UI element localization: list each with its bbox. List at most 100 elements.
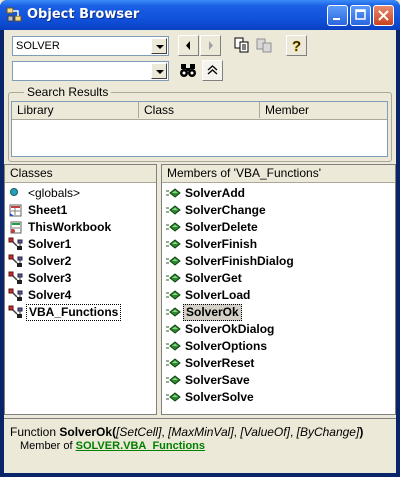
member-item-label: SolverLoad [185,288,251,302]
binoculars-icon [180,64,196,77]
method-icon [165,322,181,337]
class-item-label: Solver3 [28,271,72,285]
details-pane: Function SolverOk([SetCell], [MaxMinVal]… [4,418,396,473]
search-results-label: Search Results [24,85,112,99]
module-icon [8,237,24,252]
member-item-label: SolverSave [185,373,250,387]
signature-function-name: SolverOk [59,425,113,439]
class-item-label: Solver2 [28,254,72,268]
member-of-label: Member of [20,440,76,452]
method-icon [165,271,181,286]
minimize-icon [333,18,340,20]
column-header-library[interactable]: Library [12,102,139,118]
window-title: Object Browser [27,7,140,22]
members-header: Members of 'VBA_Functions' [162,165,395,183]
member-item-label: SolverOk [183,304,242,321]
help-button[interactable]: ? [286,35,307,56]
hide-search-results-button[interactable] [202,60,223,81]
method-icon [165,305,181,320]
close-button[interactable] [373,5,394,26]
project-library-dropdown-button[interactable] [151,38,167,54]
method-icon [165,288,181,303]
globals-icon [8,186,24,201]
class-item-label: Sheet1 [28,203,68,217]
method-icon [165,254,181,269]
class-item-label: Solver1 [28,237,72,251]
sheet-icon [8,203,24,218]
go-back-button[interactable] [178,35,199,56]
member-item-label: SolverReset [185,356,255,370]
member-item-label: SolverFinish [185,237,258,251]
method-icon [165,373,181,388]
module-icon [8,271,24,286]
column-header-member[interactable]: Member [260,102,387,118]
member-item-label: SolverOkDialog [185,322,275,336]
workbook-icon [8,220,24,235]
chevron-down-icon [156,45,164,49]
maximize-button[interactable] [350,5,371,26]
members-pane[interactable]: Members of 'VBA_Functions' SolverAdd Solv… [161,164,396,415]
method-icon [165,237,181,252]
member-item-label: SolverChange [185,203,266,217]
signature-prefix: Function [10,425,60,439]
object-browser-window: Object Browser SOLVER ? Search Results L… [0,0,400,477]
signature-argument: [ValueOf] [240,425,290,439]
search-results-header: Library Class Member [12,102,387,120]
view-definition-icon [256,38,272,53]
signature-argument: [ByChange] [296,425,360,439]
member-item-label: SolverGet [185,271,242,285]
column-header-class[interactable]: Class [139,102,260,118]
collapse-chevron-up-icon [207,65,218,75]
member-item-label: SolverSolve [185,390,254,404]
method-icon [165,203,181,218]
module-icon [8,305,24,320]
signature-separator: , [289,425,297,439]
signature-argument: [MaxMinVal] [168,425,234,439]
module-icon [8,288,24,303]
copy-icon [234,37,249,53]
library-link[interactable]: SOLVER [76,440,120,452]
method-icon [165,220,181,235]
view-definition-button[interactable] [254,35,275,56]
module-icon [8,254,24,269]
class-item-label: Solver4 [28,288,72,302]
method-icon [165,356,181,371]
search-button[interactable] [178,60,199,81]
module-link[interactable]: VBA_Functions [123,440,205,452]
member-item-label: SolverAdd [185,186,246,200]
svg-text:?: ? [292,38,301,55]
method-icon [165,339,181,354]
class-item-label: <globals> [28,186,81,200]
signature-argument: [SetCell] [116,425,162,439]
arrow-right-icon [209,41,213,50]
project-library-combo[interactable]: SOLVER [12,36,169,56]
signature-arguments: [SetCell], [MaxMinVal], [ValueOf], [ByCh… [116,425,359,439]
classes-header: Classes [5,165,156,183]
member-item-label: SolverFinishDialog [185,254,294,268]
classes-pane[interactable]: Classes <globals> Sheet1 ThisWorkbook Solve… [4,164,157,415]
window-client-area: SOLVER ? Search Results Library Class Me… [4,30,396,473]
search-results-list[interactable]: Library Class Member [11,101,388,157]
go-forward-button[interactable] [200,35,221,56]
class-item-label: ThisWorkbook [28,220,112,234]
close-icon [378,10,389,21]
chevron-down-icon [156,70,164,74]
signature-close-paren: ) [359,425,364,439]
project-library-value: SOLVER [16,40,60,52]
member-item-label: SolverDelete [185,220,258,234]
copy-to-clipboard-button[interactable] [232,35,253,56]
member-of-line: Member of SOLVER.VBA_Functions [20,440,205,452]
maximize-icon [355,9,366,20]
class-item-label: VBA_Functions [26,304,122,321]
search-text-combo[interactable] [12,61,169,81]
help-question-icon: ? [292,38,302,56]
minimize-button[interactable] [327,5,348,26]
member-item-label: SolverOptions [185,339,268,353]
method-icon [165,390,181,405]
object-browser-app-icon [6,7,22,22]
arrow-left-icon [186,41,190,50]
search-text-dropdown-button[interactable] [151,63,167,79]
member-signature: Function SolverOk([SetCell], [MaxMinVal]… [10,425,363,439]
method-icon [165,186,181,201]
title-bar[interactable]: Object Browser [0,0,400,30]
